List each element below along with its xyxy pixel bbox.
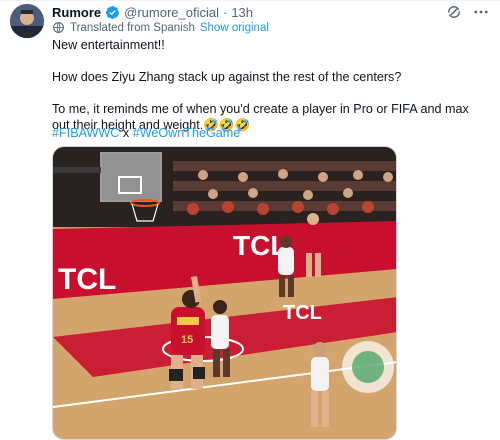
hashtag-separator: x	[119, 126, 133, 140]
post-image[interactable]: TCL TCL TCL 15	[52, 146, 397, 440]
post-paragraph-1: New entertainment!!	[52, 38, 165, 52]
translation-notice: Translated from Spanish Show original	[52, 21, 269, 34]
top-divider	[0, 0, 500, 1]
sponsor-board-left: TCL	[58, 263, 116, 296]
hashtag-weownthegame[interactable]: #WeOwnTheGame	[133, 126, 241, 140]
post-paragraph-2: How does Ziyu Zhang stack up against the…	[52, 70, 402, 84]
translate-globe-icon	[53, 22, 64, 33]
jersey-number: 15	[181, 334, 193, 346]
post-timestamp[interactable]: 13h	[231, 5, 253, 20]
grok-icon[interactable]	[446, 4, 462, 20]
more-options-icon[interactable]	[472, 3, 490, 21]
author-handle[interactable]: @rumore_oficial	[124, 5, 219, 20]
author-name[interactable]: Rumore	[52, 5, 101, 20]
verified-badge-icon	[106, 5, 120, 19]
show-original-link[interactable]: Show original	[200, 22, 269, 34]
avatar[interactable]	[10, 4, 44, 38]
basketball-game-image: TCL TCL TCL 15	[53, 147, 396, 439]
court-sponsor-logo: TCL	[283, 302, 322, 324]
hashtags: #FIBAWWC x #WeOwnTheGame	[52, 125, 240, 141]
hashtag-fibawwc[interactable]: #FIBAWWC	[52, 126, 119, 140]
separator-dot: ·	[222, 4, 228, 20]
translated-label: Translated from Spanish	[70, 21, 195, 34]
avatar-image	[10, 4, 44, 38]
post-header: Rumore @rumore_oficial · 13h	[52, 3, 253, 21]
